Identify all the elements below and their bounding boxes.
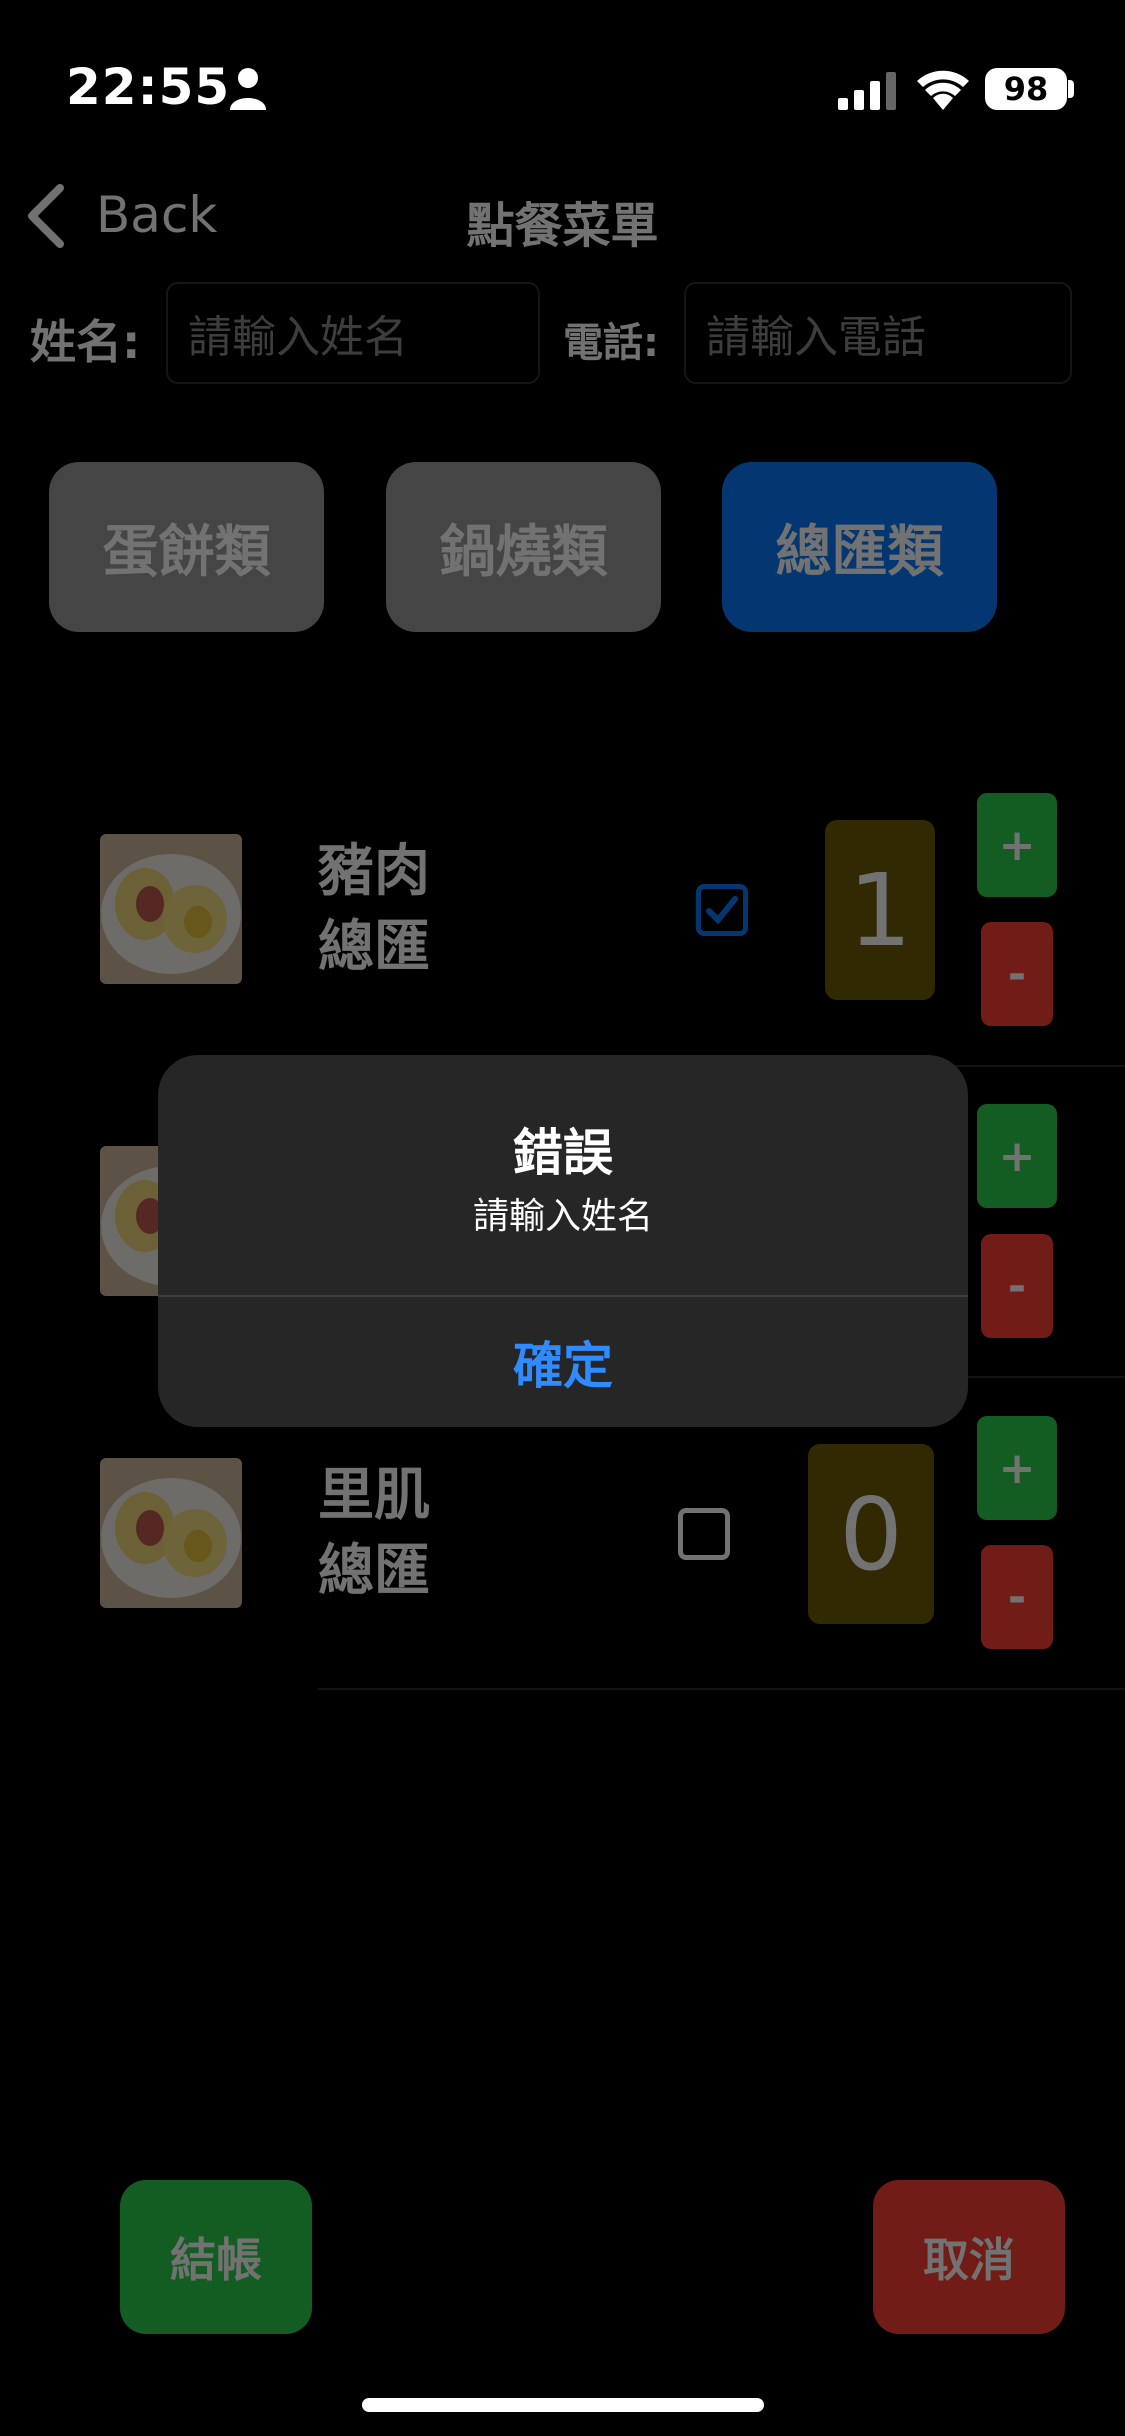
decrease-button[interactable]: - — [981, 922, 1053, 1026]
name-label: 姓名: — [30, 315, 141, 369]
decrease-button[interactable]: - — [981, 1234, 1053, 1338]
category-egg-pancake-button[interactable]: 蛋餅類 — [49, 462, 324, 632]
alert-title: 錯誤 — [513, 1124, 613, 1182]
home-indicator — [362, 2398, 764, 2412]
row-divider — [968, 1376, 1125, 1378]
increase-button[interactable]: + — [977, 793, 1057, 897]
battery-tip — [1068, 80, 1074, 98]
signal-icon — [838, 72, 896, 110]
checkmark-icon — [706, 896, 738, 925]
item-checkbox-checked[interactable] — [696, 884, 748, 936]
phone-input[interactable]: 請輸入電話 — [684, 282, 1072, 384]
item-name-line1: 豬肉 — [318, 839, 430, 904]
alert-message: 請輸入姓名 — [472, 1196, 653, 1237]
item-name-line2: 總匯 — [318, 1539, 430, 1604]
category-hotpot-noodle-button[interactable]: 鍋燒類 — [386, 462, 661, 632]
item-name-line1: 里肌 — [318, 1463, 430, 1528]
back-button[interactable]: Back — [96, 186, 217, 244]
phone-label: 電話: — [563, 320, 659, 366]
quantity-display: 1 — [825, 820, 935, 1000]
cancel-button[interactable]: 取消 — [873, 2180, 1065, 2334]
decrease-button[interactable]: - — [981, 1545, 1053, 1649]
item-thumbnail — [100, 1458, 242, 1608]
item-thumbnail — [100, 834, 242, 984]
food-image — [100, 834, 242, 984]
checkout-button[interactable]: 結帳 — [120, 2180, 312, 2334]
page-title: 點餐菜單 — [466, 198, 659, 254]
battery-indicator: 98 — [985, 68, 1067, 110]
back-chevron-icon[interactable] — [24, 184, 68, 248]
person-icon — [230, 68, 266, 110]
name-input[interactable]: 請輸入姓名 — [166, 282, 540, 384]
status-time: 22:55 — [66, 58, 231, 116]
increase-button[interactable]: + — [977, 1104, 1057, 1208]
item-checkbox[interactable] — [678, 1508, 730, 1560]
item-name-line2: 總匯 — [318, 915, 430, 980]
row-divider — [318, 1688, 1125, 1690]
category-club-sandwich-button[interactable]: 總匯類 — [722, 462, 997, 632]
increase-button[interactable]: + — [977, 1416, 1057, 1520]
error-alert: 錯誤 請輸入姓名 確定 — [158, 1055, 968, 1427]
alert-ok-button[interactable]: 確定 — [158, 1297, 968, 1427]
wifi-icon — [917, 70, 969, 110]
quantity-display: 0 — [808, 1444, 934, 1624]
food-image — [100, 1458, 242, 1608]
